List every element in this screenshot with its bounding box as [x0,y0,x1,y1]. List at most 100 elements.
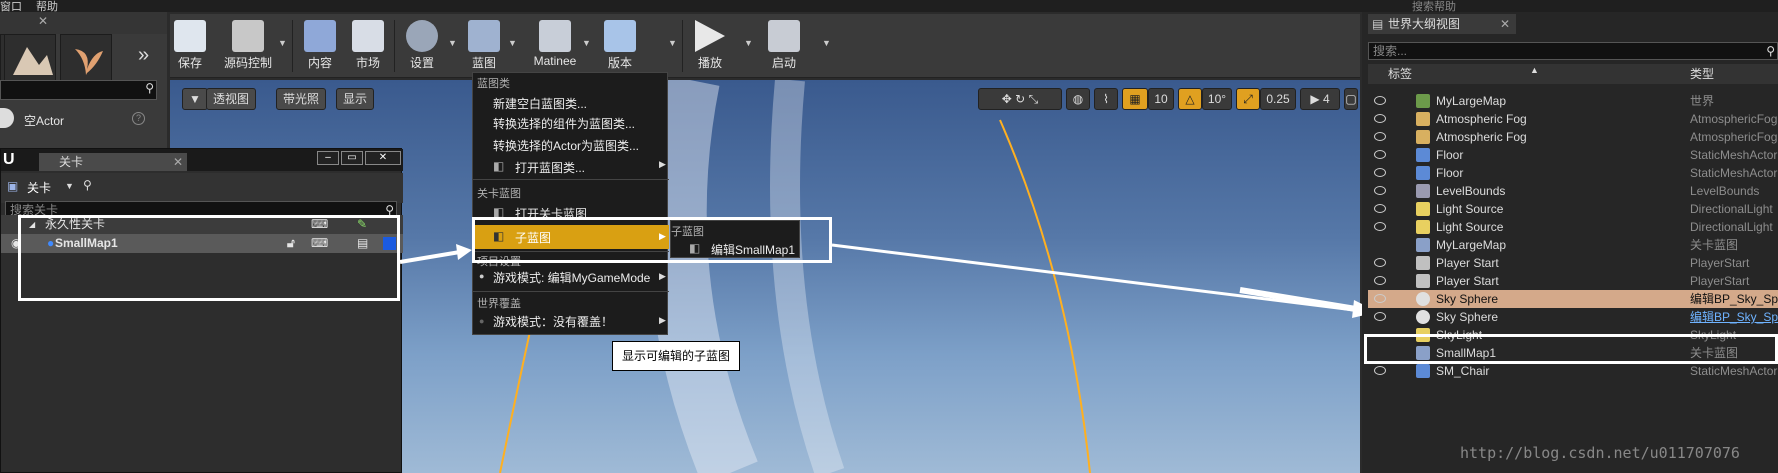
levels-dropdown[interactable]: 关卡 [27,179,51,196]
highlight-box-outliner [1364,334,1778,364]
close-icon[interactable]: ✕ [1500,14,1510,34]
menu-item-game-mode[interactable]: 游戏模式: 编辑MyGameMode [493,269,650,286]
outliner-search-input[interactable]: 搜索... ⚲ [1368,42,1778,60]
chevron-down-icon[interactable]: ▼ [508,38,517,48]
outliner-row[interactable]: Atmospheric Fog AtmosphericFog [1368,128,1778,146]
grid-value[interactable]: 10 [1148,88,1174,110]
outliner-row[interactable]: Atmospheric Fog AtmosphericFog [1368,110,1778,128]
help-icon[interactable]: ? [132,112,145,125]
foliage-mode-button[interactable] [60,34,112,86]
world-local-icon[interactable]: ◍ [1066,88,1090,110]
empty-actor-label[interactable]: 空Actor [24,112,64,129]
menu-item-convert-components[interactable]: 转换选择的组件为蓝图类... [493,115,635,132]
source-control-button[interactable]: 源码控制 [220,16,276,76]
eye-icon[interactable] [1374,96,1386,105]
outliner-row[interactable]: Floor StaticMeshActor [1368,164,1778,182]
matinee-icon [539,20,571,52]
tab-levels[interactable]: 关卡 ✕ [39,153,187,171]
play-button[interactable]: 播放 [690,16,730,76]
search-icon[interactable]: ⚲ [83,178,92,192]
outliner-row[interactable]: MyLargeMap 世界 [1368,92,1778,110]
outliner-row[interactable]: MyLargeMap 关卡蓝图 [1368,236,1778,254]
menu-item-open-blueprint-class[interactable]: 打开蓝图类... [515,159,585,176]
empty-actor-icon [0,108,14,128]
outliner-row-type[interactable]: 编辑BP_Sky_Sphere [1690,290,1778,308]
place-mode-panel: » ⚲ 空Actor ? [0,34,167,149]
outliner-row[interactable]: Sky Sphere 编辑BP_Sky_Sphere [1368,290,1778,308]
eye-icon[interactable] [1374,258,1386,267]
eye-icon[interactable] [1374,366,1386,375]
sort-arrow-icon[interactable]: ▲ [1530,60,1539,80]
perspective-button[interactable]: 透视图 [206,88,257,110]
outliner-row[interactable]: LevelBounds LevelBounds [1368,182,1778,200]
outliner-row[interactable]: SM_Chair StaticMeshActor [1368,362,1778,380]
content-button[interactable]: 内容 [298,16,342,76]
marketplace-button[interactable]: 市场 [350,16,386,76]
eye-icon[interactable] [1374,150,1386,159]
menu-item-new-blueprint-class[interactable]: 新建空白蓝图类... [493,95,587,112]
eye-icon[interactable] [1374,312,1386,321]
chevron-down-icon[interactable]: ▼ [822,38,831,48]
eye-icon[interactable] [1374,222,1386,231]
save-button[interactable]: 保存 [172,16,208,76]
scale-snap-icon[interactable]: ⤢ [1236,88,1260,110]
minimize-button[interactable]: – [317,151,339,165]
rotation-snap-icon[interactable]: △ [1178,88,1202,110]
outliner-row[interactable]: Light Source DirectionalLight [1368,218,1778,236]
chevron-down-icon[interactable]: ▼ [448,38,457,48]
outliner-row[interactable]: Player Start PlayerStart [1368,272,1778,290]
player-start-icon [1416,274,1430,288]
matinee-button[interactable]: Matinee [532,16,578,76]
eye-icon[interactable] [1374,132,1386,141]
close-icon[interactable]: ✕ [38,14,48,28]
chevron-down-icon[interactable]: ▼ [668,38,677,48]
eye-icon[interactable] [1374,168,1386,177]
close-icon[interactable]: ✕ [173,153,183,171]
camera-speed-button[interactable]: ▶ 4 [1300,88,1340,110]
restore-button[interactable]: ▭ [341,151,363,165]
scale-value[interactable]: 0.25 [1260,88,1296,110]
open-blueprint-icon: ◧ [493,159,505,173]
place-search-input[interactable]: ⚲ [0,80,157,100]
highlight-box-menu [472,217,832,263]
chevron-down-icon[interactable]: ▼ [582,38,591,48]
maximize-viewport-icon[interactable]: ▢ [1344,88,1358,110]
blueprints-button[interactable]: 蓝图 [466,16,502,76]
levels-title-bar[interactable]: U 关卡 ✕ – ▭ ✕ [1,149,403,171]
eye-icon[interactable] [1374,294,1386,303]
level-blueprint-icon [1416,238,1430,252]
column-label-header[interactable]: 标签 [1388,64,1412,84]
outliner-row[interactable]: Sky Sphere 编辑BP_Sky_Sphere [1368,308,1778,326]
surface-snap-icon[interactable]: ⌇ [1094,88,1118,110]
chevron-down-icon[interactable]: ▼ [65,181,74,191]
outliner-row-type[interactable]: 编辑BP_Sky_Sphere [1690,308,1778,326]
build-button[interactable]: 版本 [602,16,638,76]
column-type-header[interactable]: 类型 [1690,64,1714,84]
eye-icon[interactable] [1374,114,1386,123]
outliner-row[interactable]: Light Source DirectionalLight [1368,200,1778,218]
launch-button[interactable]: 启动 [764,16,804,76]
settings-button[interactable]: 设置 [404,16,440,76]
launch-icon [768,20,800,52]
chevron-down-icon[interactable]: ▼ [278,38,287,48]
eye-icon[interactable] [1374,276,1386,285]
viewport-options-button[interactable]: ▼ [182,88,208,110]
eye-icon[interactable] [1374,186,1386,195]
close-window-button[interactable]: ✕ [365,151,401,165]
light-icon [1416,202,1430,216]
expand-chevron-icon[interactable]: » [138,44,149,67]
menu-item-world-game-mode[interactable]: 游戏模式：没有覆盖！ [493,313,613,330]
grid-snap-icon[interactable]: ▦ [1122,88,1148,110]
menu-item-convert-actor[interactable]: 转换选择的Actor为蓝图类... [493,137,639,154]
outliner-row[interactable]: Player Start PlayerStart [1368,254,1778,272]
chevron-down-icon[interactable]: ▼ [744,38,753,48]
show-button[interactable]: 显示 [336,88,375,110]
outliner-row[interactable]: Floor StaticMeshActor [1368,146,1778,164]
rotation-value[interactable]: 10° [1202,88,1232,110]
outliner-row-label: Atmospheric Fog [1436,130,1527,144]
tab-world-outliner[interactable]: ▤ 世界大纲视图 ✕ [1368,14,1516,34]
landscape-mode-button[interactable] [4,34,56,86]
eye-icon[interactable] [1374,204,1386,213]
lit-mode-button[interactable]: 带光照 [276,88,327,110]
transform-tools[interactable]: ✥ ↻ ⤡ [978,88,1062,110]
